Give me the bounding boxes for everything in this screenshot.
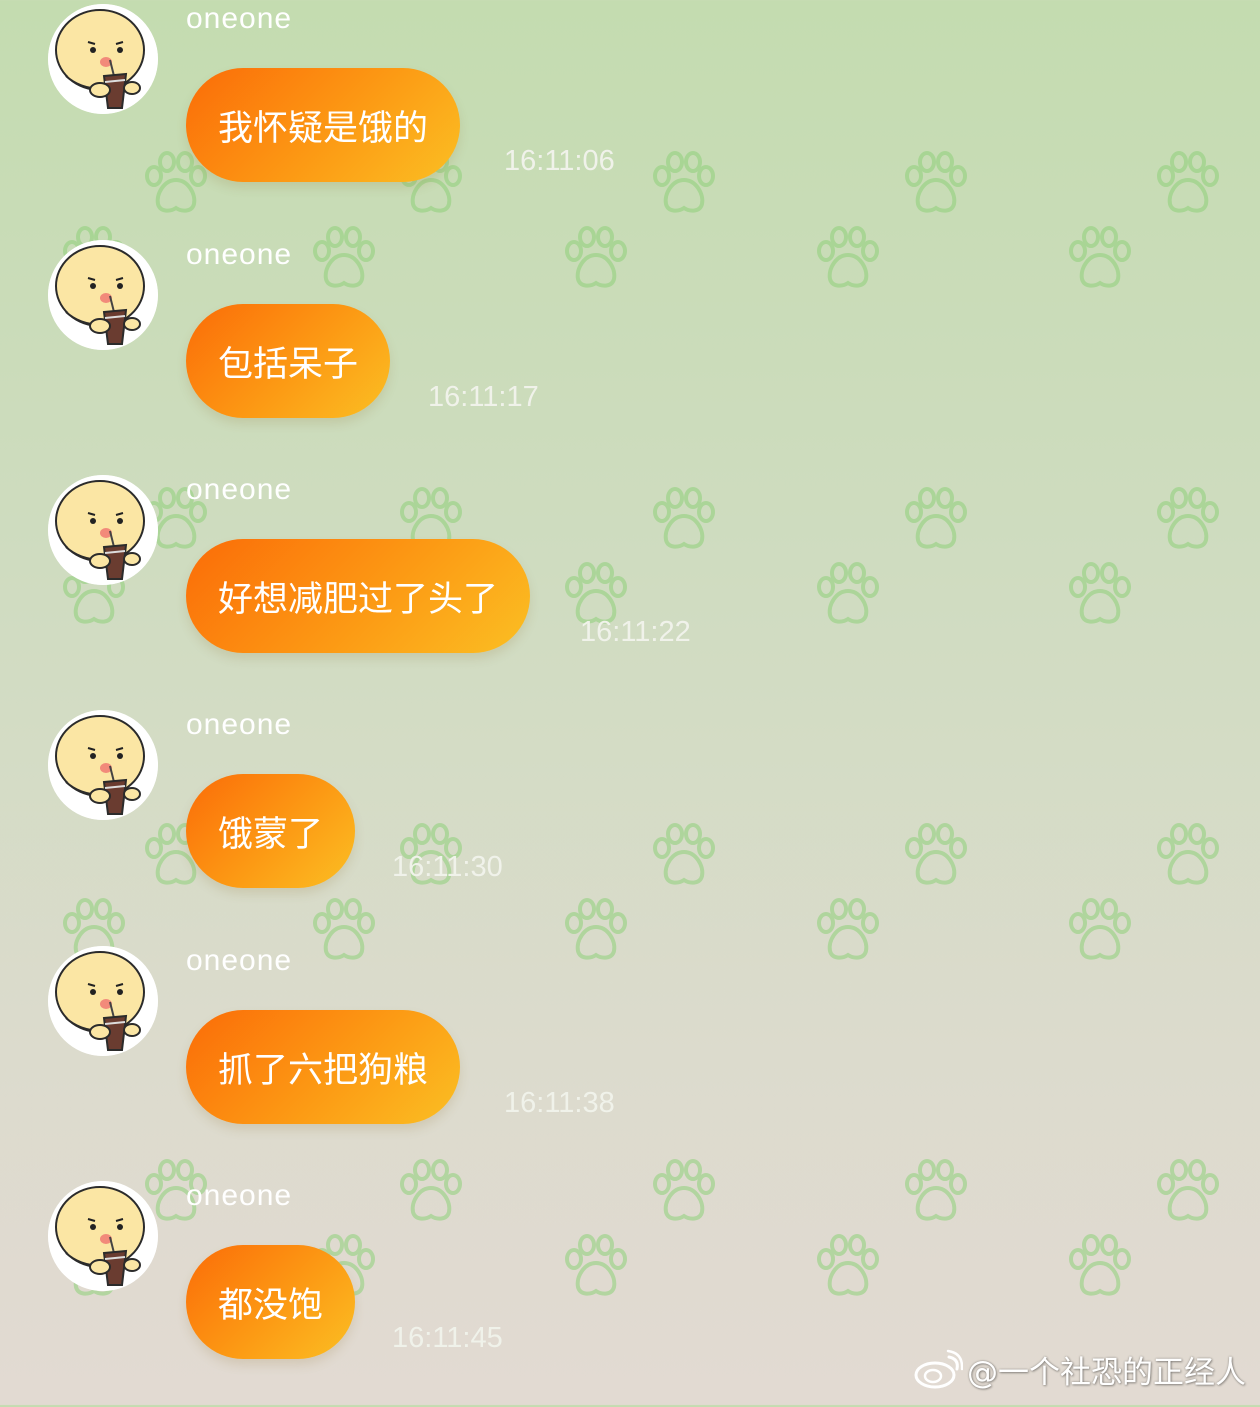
message-bubble[interactable]: 抓了六把狗粮 bbox=[186, 1010, 461, 1124]
message-bubble[interactable]: 都没饱 bbox=[186, 1245, 356, 1359]
sender-name: oneone bbox=[186, 473, 293, 506]
message-time: 16:11:38 bbox=[504, 1087, 615, 1119]
weibo-icon bbox=[914, 1349, 963, 1389]
watermark: @一个社恐的正经人 bbox=[913, 1347, 1246, 1391]
message-time: 16:11:06 bbox=[504, 145, 615, 177]
message-bubble[interactable]: 好想减肥过了头了 bbox=[186, 539, 531, 653]
message-text: 包括呆子 bbox=[218, 344, 359, 385]
message-text: 抓了六把狗粮 bbox=[218, 1050, 429, 1091]
avatar[interactable] bbox=[48, 946, 158, 1056]
message-row: oneone 我怀疑是饿的 16:11:06 bbox=[0, 0, 1260, 230]
message-text: 都没饱 bbox=[218, 1285, 324, 1326]
avatar[interactable] bbox=[48, 710, 158, 820]
sender-name: oneone bbox=[186, 238, 293, 271]
sender-name: oneone bbox=[186, 944, 293, 977]
message-row: oneone 好想减肥过了头了 16:11:22 bbox=[0, 471, 1260, 701]
message-bubble[interactable]: 包括呆子 bbox=[186, 304, 391, 418]
message-text: 好想减肥过了头了 bbox=[218, 579, 499, 620]
message-row: oneone 包括呆子 16:11:17 bbox=[0, 236, 1260, 466]
message-time: 16:11:30 bbox=[392, 851, 503, 883]
message-text: 我怀疑是饿的 bbox=[218, 108, 429, 149]
message-row: oneone 饿蒙了 16:11:30 bbox=[0, 706, 1260, 936]
avatar[interactable] bbox=[48, 240, 158, 350]
sender-name: oneone bbox=[186, 708, 293, 741]
message-time: 16:11:22 bbox=[580, 616, 691, 648]
watermark-text: @一个社恐的正经人 bbox=[967, 1354, 1246, 1391]
sender-name: oneone bbox=[186, 2, 293, 35]
avatar[interactable] bbox=[48, 4, 158, 114]
message-bubble[interactable]: 我怀疑是饿的 bbox=[186, 68, 461, 182]
chat-area[interactable]: oneone 我怀疑是饿的 16:11:06 oneone 包括呆子 16:11… bbox=[0, 0, 1260, 1405]
avatar[interactable] bbox=[48, 1181, 158, 1291]
message-time: 16:11:17 bbox=[428, 381, 539, 413]
message-text: 饿蒙了 bbox=[218, 814, 324, 855]
message-time: 16:11:45 bbox=[392, 1322, 503, 1354]
avatar[interactable] bbox=[48, 475, 158, 585]
message-row: oneone 抓了六把狗粮 16:11:38 bbox=[0, 942, 1260, 1172]
sender-name: oneone bbox=[186, 1179, 293, 1212]
message-bubble[interactable]: 饿蒙了 bbox=[186, 774, 356, 888]
